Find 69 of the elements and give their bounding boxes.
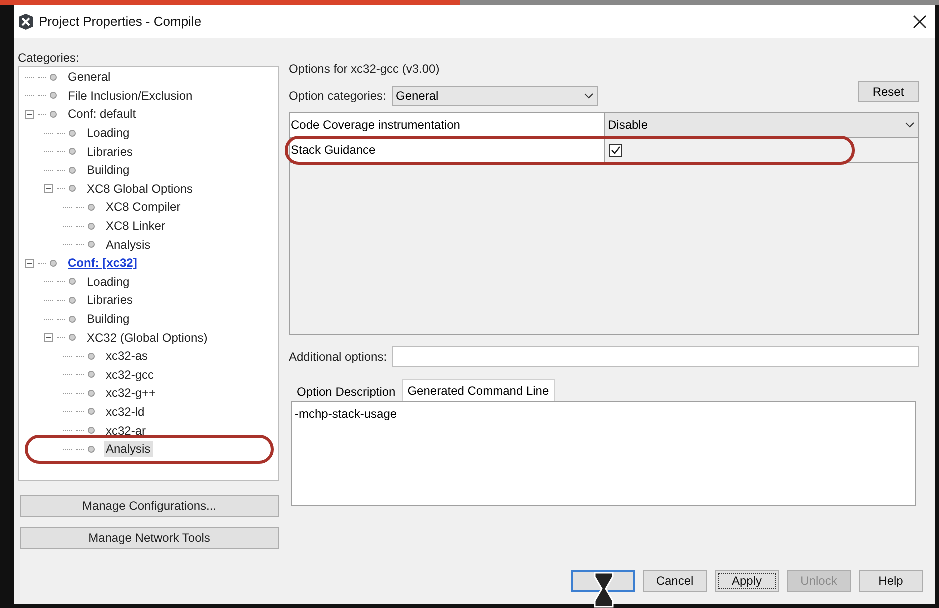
node-bullet-icon xyxy=(69,296,76,304)
tree-item[interactable]: Building xyxy=(85,162,132,178)
node-bullet-icon xyxy=(69,166,76,174)
node-bullet-icon xyxy=(88,352,95,360)
tree-item[interactable]: General xyxy=(66,69,113,86)
node-bullet-icon xyxy=(88,222,95,230)
tree-item[interactable]: XC8 Global Options xyxy=(85,180,196,197)
dialog-button[interactable]: Apply xyxy=(715,570,779,592)
reset-button[interactable]: Reset xyxy=(858,81,919,102)
additional-options-label: Additional options: xyxy=(289,348,388,366)
tree-item[interactable]: XC8 Linker xyxy=(104,218,168,234)
node-bullet-icon xyxy=(69,278,76,286)
node-bullet-icon xyxy=(50,260,57,267)
node-bullet-icon xyxy=(69,130,76,137)
collapse-toggle-icon[interactable] xyxy=(44,184,53,194)
app-logo-icon xyxy=(17,12,35,30)
command-line-text: -mchp-stack-usage xyxy=(295,407,398,421)
collapse-toggle-icon[interactable] xyxy=(25,258,34,268)
node-bullet-icon xyxy=(50,110,57,118)
node-bullet-icon xyxy=(69,334,76,342)
categories-label: Categories: xyxy=(18,51,80,65)
node-bullet-icon xyxy=(88,204,95,211)
node-bullet-icon xyxy=(69,148,76,156)
tree-item[interactable]: xc32-as xyxy=(104,348,150,364)
manage-button[interactable]: Manage Configurations... xyxy=(20,495,279,517)
node-bullet-icon xyxy=(88,371,95,378)
node-bullet-icon xyxy=(69,185,76,192)
chevron-down-icon xyxy=(905,122,915,128)
close-icon[interactable] xyxy=(913,14,927,28)
tree-item[interactable]: Conf: default xyxy=(66,106,138,122)
node-bullet-icon xyxy=(50,74,57,81)
manage-button[interactable]: Manage Network Tools xyxy=(20,527,279,549)
tree-item[interactable]: Conf: [xc32] xyxy=(66,255,140,272)
option-value-dropdown[interactable]: Disable xyxy=(605,113,918,137)
node-bullet-icon xyxy=(88,408,95,416)
node-bullet-icon xyxy=(88,390,95,397)
dialog-button[interactable]: Cancel xyxy=(643,570,707,592)
tree-item[interactable]: File Inclusion/Exclusion xyxy=(66,88,195,104)
tree-item[interactable]: xc32-gcc xyxy=(104,366,156,383)
tree-item[interactable]: XC32 (Global Options) xyxy=(85,330,210,346)
tree-item[interactable]: Analysis xyxy=(104,236,153,253)
tree-item[interactable]: Loading xyxy=(85,274,132,290)
node-bullet-icon xyxy=(88,446,95,453)
tree-item[interactable]: xc32-g++ xyxy=(104,385,158,402)
tree-item[interactable]: Analysis xyxy=(104,441,153,458)
dialog-button[interactable]: Help xyxy=(859,570,923,592)
chevron-down-icon xyxy=(584,92,594,98)
node-bullet-icon xyxy=(88,241,95,248)
collapse-toggle-icon[interactable] xyxy=(25,110,34,119)
options-title: Options for xc32-gcc (v3.00) xyxy=(289,62,441,76)
tree-item[interactable]: Loading xyxy=(85,125,132,142)
option-name-cell: Code Coverage instrumentation xyxy=(290,113,605,137)
node-bullet-icon xyxy=(88,427,95,434)
node-bullet-icon xyxy=(50,92,57,100)
tree-item[interactable]: XC8 Compiler xyxy=(104,199,183,216)
tree-item[interactable]: xc32-ar xyxy=(104,422,148,439)
window-title: Project Properties - Compile xyxy=(39,12,202,31)
option-categories-dropdown[interactable]: General xyxy=(392,86,598,106)
option-name-cell: Stack Guidance xyxy=(290,138,605,162)
tree-item[interactable]: Building xyxy=(85,311,132,328)
node-bullet-icon xyxy=(69,316,76,323)
option-checkbox[interactable] xyxy=(609,144,622,156)
tree-item[interactable]: Libraries xyxy=(85,292,136,308)
collapse-toggle-icon[interactable] xyxy=(44,333,53,342)
tab[interactable]: Generated Command Line xyxy=(402,379,556,401)
tree-item[interactable]: Libraries xyxy=(85,144,136,160)
tree-item[interactable]: xc32-ld xyxy=(104,404,147,420)
additional-options-field[interactable] xyxy=(392,346,919,367)
option-categories-label: Option categories: xyxy=(289,88,388,104)
